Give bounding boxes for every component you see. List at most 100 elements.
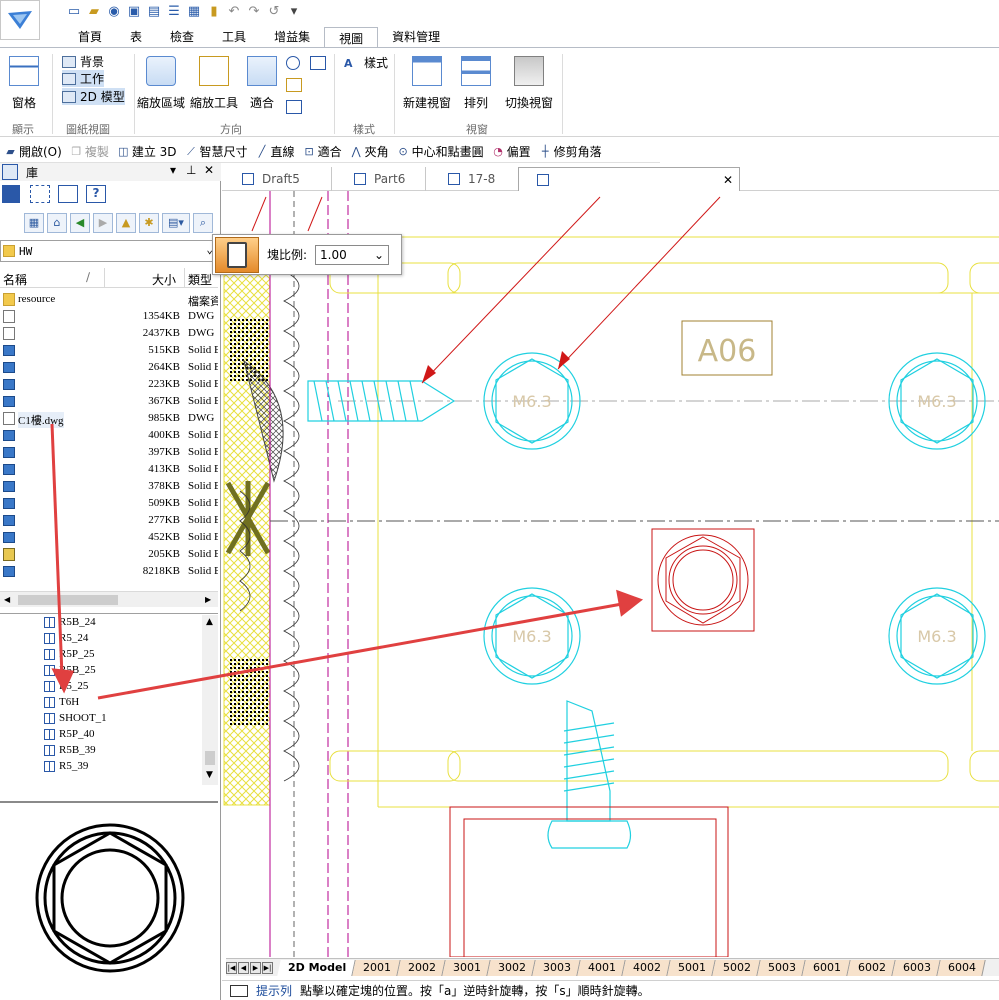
sheet-tab[interactable]: 5001 [667, 959, 716, 976]
file-row[interactable]: 397KB Solid Edge [0, 444, 218, 461]
app-logo[interactable] [0, 0, 40, 40]
prev-sheet-icon[interactable]: ◀ [238, 961, 249, 974]
drawing-canvas[interactable]: A06 M6.3 M6.3 M6.3 M6.3 [222, 191, 999, 957]
tab-view[interactable]: 視圖 [324, 27, 379, 49]
sheet-tab[interactable]: 5002 [712, 959, 761, 976]
sheet-tab[interactable]: 4001 [577, 959, 626, 976]
sheet-tab[interactable]: 6002 [847, 959, 896, 976]
offset-command[interactable]: ◔ 偏置 [492, 143, 530, 160]
sheet-tab[interactable]: 3002 [487, 959, 536, 976]
back-icon[interactable]: ◀ [70, 213, 90, 233]
sheet-tab[interactable]: 3003 [532, 959, 581, 976]
save-all-icon[interactable]: ▤ [146, 4, 162, 20]
pan-icon[interactable] [310, 56, 326, 70]
library-icon[interactable] [2, 185, 20, 203]
file-row[interactable]: C1樓.dwg 985KB DWG [0, 410, 218, 428]
tab-table[interactable]: 表 [116, 26, 156, 48]
new-folder-icon[interactable]: ✱ [139, 213, 159, 233]
zoom-tool-button[interactable]: 縮放工具 [188, 56, 240, 111]
sheet-tab[interactable]: 2002 [397, 959, 446, 976]
tree-view-icon[interactable]: ▦ [24, 213, 44, 233]
doc-tab-draft5[interactable]: Draft5 [222, 167, 332, 191]
next-sheet-icon[interactable]: ▶ [250, 961, 261, 974]
doc-tab-17-8[interactable]: 17-8 [428, 167, 520, 191]
file-row[interactable]: 2437KB DWG [0, 325, 218, 342]
last-sheet-icon[interactable]: ▶| [262, 961, 273, 974]
paste-clipboard-icon[interactable] [215, 236, 259, 273]
save-icon[interactable]: ▣ [126, 4, 142, 20]
column-size[interactable]: 大小 [152, 271, 176, 288]
block-tree-item[interactable]: R5P_40 [44, 726, 94, 742]
sheet-tab[interactable]: 2D Model [277, 959, 356, 976]
cloud-icon[interactable]: ◉ [106, 4, 122, 20]
tab-data-management[interactable]: 資料管理 [378, 26, 454, 48]
up-folder-icon[interactable]: ▲ [116, 213, 136, 233]
home-icon[interactable]: ⌂ [47, 213, 67, 233]
block-scale-select[interactable]: 1.00 ⌄ [315, 244, 390, 265]
forward-icon[interactable]: ▶ [93, 213, 113, 233]
open-command[interactable]: ▰ 開啟(O) [4, 143, 62, 160]
background-button[interactable]: 背景 [62, 53, 104, 70]
help-icon[interactable]: ? [86, 185, 106, 203]
column-name[interactable]: 名稱 [3, 271, 27, 288]
panes-button[interactable]: 窗格 [6, 56, 42, 111]
close-panel-icon[interactable]: ✕ [204, 163, 214, 177]
block-tree-item[interactable]: R5P_25 [44, 646, 94, 662]
arrange-button[interactable]: 排列 [458, 56, 494, 111]
file-row[interactable]: 515KB Solid Edge [0, 342, 218, 359]
close-tab-icon[interactable]: ✕ [723, 168, 733, 192]
view-options-icon[interactable]: ▤▾ [162, 213, 190, 233]
library-path-box[interactable]: HW ⌄ [0, 240, 218, 262]
select-icon[interactable] [30, 185, 50, 203]
open-file-icon[interactable]: ▰ [86, 4, 102, 20]
tab-tools[interactable]: 工具 [208, 26, 260, 48]
block-tree-item[interactable]: R5B_24 [44, 614, 96, 630]
file-row[interactable]: 400KB Solid Edge [0, 427, 218, 444]
block-tree-item[interactable]: R5_24 [44, 630, 88, 646]
model-2d-button[interactable]: 2D 模型 [62, 88, 125, 105]
tab-inspect[interactable]: 檢查 [156, 26, 208, 48]
search-icon[interactable]: ⌕ [193, 213, 213, 233]
trim-corner-command[interactable]: ┼ 修剪角落 [539, 143, 602, 160]
undo-icon[interactable]: ↶ [226, 4, 242, 20]
sheet-tab[interactable]: 4002 [622, 959, 671, 976]
block-tree-item[interactable]: R5B_39 [44, 742, 96, 758]
customize-qat-icon[interactable]: ▾ [286, 4, 302, 20]
style-button[interactable]: A 樣式 [344, 54, 388, 71]
redo-icon[interactable]: ↷ [246, 4, 262, 20]
file-row[interactable]: 277KB Solid Edge [0, 512, 218, 529]
panel-menu-icon[interactable]: ▾ [170, 163, 176, 177]
block-tree-item[interactable]: R5_39 [44, 758, 88, 774]
new-file-icon[interactable]: ▭ [66, 4, 82, 20]
copy-command[interactable]: ❐ 複製 [70, 143, 108, 160]
switch-window-button[interactable]: 切換視窗 [502, 56, 556, 111]
block-tree-item[interactable]: SHOOT_1 [44, 710, 107, 726]
block-tree-item[interactable]: R5_25 [44, 678, 88, 694]
file-row[interactable]: 452KB Solid Edge [0, 529, 218, 546]
zoom-area-button[interactable]: 縮放區域 [134, 56, 188, 111]
fit-button[interactable]: 適合 [244, 56, 280, 111]
file-row[interactable]: 8218KB Solid Edge [0, 563, 218, 580]
file-row[interactable]: 509KB Solid Edge [0, 495, 218, 512]
tab-home[interactable]: 首頁 [44, 26, 116, 48]
print-icon[interactable]: ▦ [186, 4, 202, 20]
doc-tab-active[interactable]: ✕ [518, 167, 740, 191]
first-sheet-icon[interactable]: |◀ [226, 961, 237, 974]
line-command[interactable]: ╱ 直線 [256, 143, 295, 160]
file-row[interactable]: 378KB Solid Edge [0, 478, 218, 495]
repeat-icon[interactable]: ↺ [266, 4, 282, 20]
fit-command[interactable]: ⊡ 適合 [303, 143, 341, 160]
sheet-tab[interactable]: 2001 [352, 959, 401, 976]
block-tree-item[interactable]: R5B_25 [44, 662, 96, 678]
create-3d-command[interactable]: ◫ 建立 3D [117, 143, 176, 160]
hand-icon[interactable] [286, 78, 302, 92]
doc-tab-part6[interactable]: Part6 [334, 167, 426, 191]
file-row[interactable]: 264KB Solid Edge [0, 359, 218, 376]
file-row[interactable]: 1354KB DWG [0, 308, 218, 325]
smart-dimension-command[interactable]: ⟋ 智慧尺寸 [185, 143, 247, 160]
tab-addins[interactable]: 增益集 [260, 26, 324, 48]
column-type[interactable]: 類型 [188, 271, 212, 288]
working-button[interactable]: 工作 [62, 70, 105, 87]
view-check-icon[interactable] [286, 100, 302, 114]
file-row[interactable]: 413KB Solid Edge [0, 461, 218, 478]
